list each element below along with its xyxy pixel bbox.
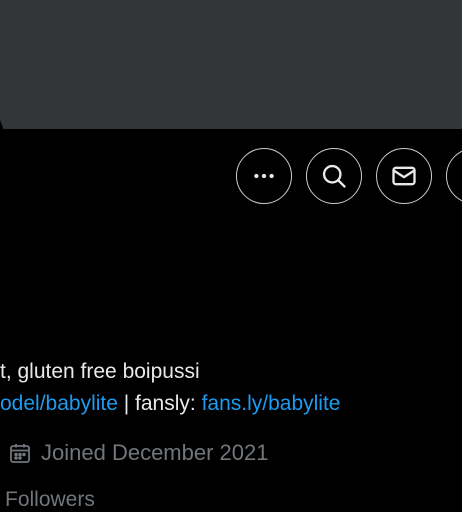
- bio-line-1: t, gluten free boipussi: [0, 360, 200, 383]
- bio-line-2: odel/babylite | fansly: fans.ly/babylite: [0, 389, 462, 421]
- more-button[interactable]: [236, 148, 292, 204]
- envelope-icon: [390, 162, 418, 190]
- profile-bio: t, gluten free boipussi odel/babylite | …: [0, 357, 462, 421]
- followers-link[interactable]: Followers: [5, 488, 95, 512]
- bio-link-2[interactable]: fans.ly/babylite: [202, 392, 341, 415]
- search-button[interactable]: [306, 148, 362, 204]
- followers-label: Followers: [5, 488, 95, 511]
- profile-banner[interactable]: [0, 0, 462, 129]
- notifications-button[interactable]: [446, 148, 462, 204]
- bio-link-1[interactable]: odel/babylite: [0, 392, 118, 415]
- calendar-icon: [8, 441, 32, 465]
- bio-separator: | fansly:: [117, 392, 202, 415]
- message-button[interactable]: [376, 148, 432, 204]
- profile-page: t, gluten free boipussi odel/babylite | …: [0, 0, 462, 512]
- profile-joined: Joined December 2021: [8, 437, 268, 469]
- more-horizontal-icon: [251, 163, 277, 189]
- profile-actions: [236, 148, 462, 206]
- joined-date: Joined December 2021: [41, 440, 269, 465]
- search-icon: [320, 162, 348, 190]
